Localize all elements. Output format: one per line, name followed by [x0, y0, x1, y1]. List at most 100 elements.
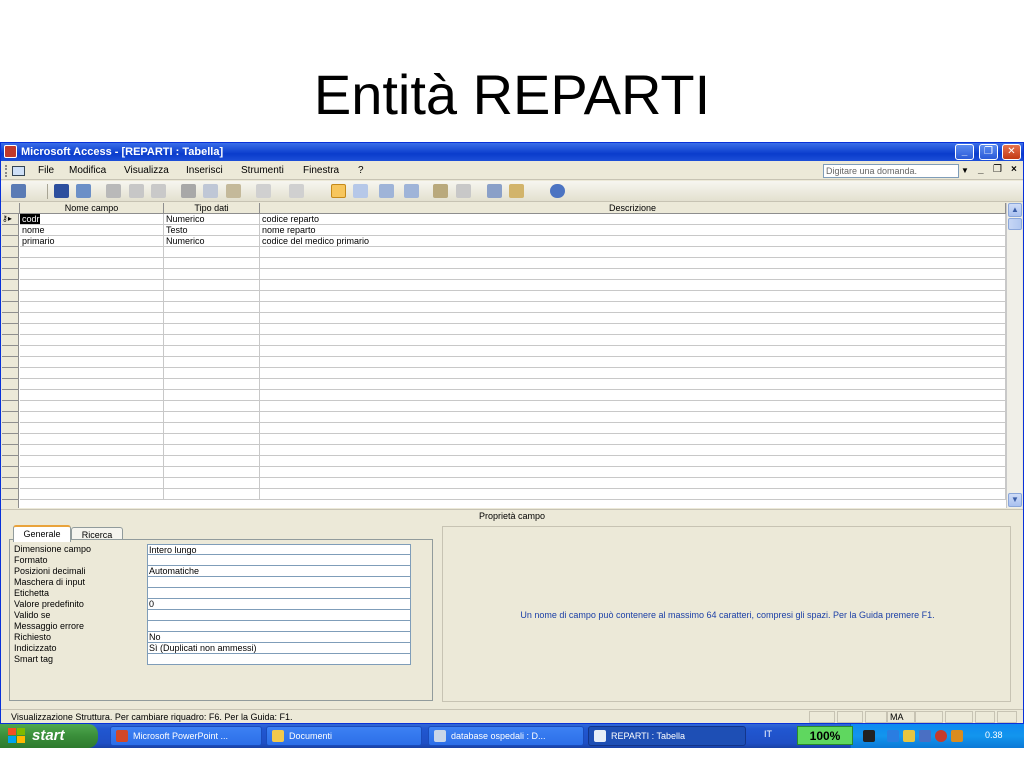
row-selector[interactable]	[2, 445, 19, 456]
cell-type[interactable]	[164, 324, 260, 335]
table-row[interactable]	[20, 258, 1006, 269]
close-icon[interactable]: ✕	[1002, 144, 1021, 160]
cell-name[interactable]	[20, 280, 164, 291]
table-row[interactable]	[20, 324, 1006, 335]
cell-type[interactable]	[164, 291, 260, 302]
table-row[interactable]	[20, 302, 1006, 313]
table-row[interactable]	[20, 467, 1006, 478]
row-selector[interactable]	[2, 324, 19, 335]
help-dropdown-icon[interactable]: ▼	[959, 164, 971, 178]
cell-type[interactable]	[164, 302, 260, 313]
cell-type[interactable]	[164, 478, 260, 489]
table-row[interactable]	[20, 269, 1006, 280]
cell-name[interactable]	[20, 302, 164, 313]
cell-description[interactable]	[260, 302, 1006, 313]
cell-type[interactable]	[164, 247, 260, 258]
cell-name[interactable]	[20, 368, 164, 379]
cell-name[interactable]	[20, 467, 164, 478]
indexes-icon[interactable]	[353, 184, 368, 198]
doc-close-icon[interactable]: ×	[1011, 164, 1017, 175]
save-icon[interactable]	[54, 184, 69, 198]
table-row[interactable]	[20, 280, 1006, 291]
cell-name[interactable]	[20, 390, 164, 401]
cell-type[interactable]	[164, 489, 260, 500]
cell-type[interactable]	[164, 412, 260, 423]
cell-name[interactable]	[20, 489, 164, 500]
table-row[interactable]: nome Testo nome reparto	[20, 225, 1006, 236]
taskbar-task[interactable]: Microsoft PowerPoint ...	[110, 726, 262, 746]
cell-description[interactable]	[260, 412, 1006, 423]
property-value-field[interactable]: No	[147, 632, 411, 643]
primary-key-icon[interactable]	[331, 184, 346, 198]
cell-description[interactable]	[260, 423, 1006, 434]
cell-type[interactable]: Numerico	[164, 214, 260, 225]
vertical-scrollbar[interactable]: ▲ ▼	[1006, 203, 1022, 508]
paste-icon[interactable]	[226, 184, 241, 198]
cell-description[interactable]	[260, 467, 1006, 478]
row-selector[interactable]	[2, 434, 19, 445]
taskbar-task[interactable]: Documenti	[266, 726, 422, 746]
search-icon[interactable]	[76, 184, 91, 198]
row-selector-current[interactable]: ⚷▸	[2, 214, 19, 225]
print-preview-icon[interactable]	[129, 184, 144, 198]
display-icon[interactable]	[919, 730, 931, 742]
menu-inserisci[interactable]: Inserisci	[186, 165, 223, 176]
cell-type[interactable]	[164, 269, 260, 280]
cell-type[interactable]	[164, 456, 260, 467]
property-value-field[interactable]: 0	[147, 599, 411, 610]
table-row[interactable]	[20, 346, 1006, 357]
cell-type[interactable]	[164, 445, 260, 456]
row-selector[interactable]	[2, 478, 19, 489]
table-row[interactable]	[20, 412, 1006, 423]
start-button[interactable]: start	[0, 724, 98, 748]
property-value-field[interactable]	[147, 577, 411, 588]
table-row[interactable]	[20, 313, 1006, 324]
menu-finestra[interactable]: Finestra	[303, 165, 339, 176]
table-row[interactable]	[20, 401, 1006, 412]
doc-minimize-icon[interactable]: _	[978, 164, 984, 175]
cell-name[interactable]	[20, 357, 164, 368]
row-selector[interactable]	[2, 357, 19, 368]
cell-name[interactable]	[20, 456, 164, 467]
cell-description[interactable]	[260, 269, 1006, 280]
table-row[interactable]	[20, 478, 1006, 489]
scroll-down-icon[interactable]: ▼	[1008, 493, 1022, 507]
redo-icon[interactable]	[289, 184, 304, 198]
cell-type[interactable]	[164, 434, 260, 445]
table-row[interactable]	[20, 291, 1006, 302]
cell-type[interactable]	[164, 368, 260, 379]
scroll-thumb[interactable]	[1008, 218, 1022, 230]
row-selector[interactable]	[2, 280, 19, 291]
row-selector[interactable]	[2, 269, 19, 280]
cell-type[interactable]	[164, 379, 260, 390]
row-selector[interactable]	[2, 346, 19, 357]
row-selector[interactable]	[2, 258, 19, 269]
row-selector[interactable]	[2, 467, 19, 478]
undo-icon[interactable]	[256, 184, 271, 198]
cell-description[interactable]	[260, 346, 1006, 357]
cell-name[interactable]	[20, 324, 164, 335]
cell-description[interactable]: codice del medico primario	[260, 236, 1006, 247]
table-row[interactable]	[20, 247, 1006, 258]
row-selector[interactable]	[2, 401, 19, 412]
taskbar-task[interactable]: REPARTI : Tabella	[588, 726, 746, 746]
cell-description[interactable]	[260, 379, 1006, 390]
menu-modifica[interactable]: Modifica	[69, 165, 106, 176]
build-icon[interactable]	[456, 184, 471, 198]
property-value-field[interactable]	[147, 621, 411, 632]
cell-type[interactable]	[164, 357, 260, 368]
cell-type[interactable]	[164, 280, 260, 291]
cell-name[interactable]	[20, 313, 164, 324]
table-row[interactable]: codr Numerico codice reparto	[20, 214, 1006, 225]
cell-name[interactable]	[20, 445, 164, 456]
language-indicator[interactable]: IT	[764, 729, 772, 739]
property-value-field[interactable]: Intero lungo	[147, 544, 411, 555]
row-selector[interactable]	[2, 489, 19, 500]
view-icon[interactable]	[11, 184, 26, 198]
cell-description[interactable]	[260, 390, 1006, 401]
cell-name[interactable]	[20, 434, 164, 445]
cell-name[interactable]	[20, 346, 164, 357]
row-selector[interactable]	[2, 247, 19, 258]
cell-type[interactable]	[164, 390, 260, 401]
cell-name[interactable]	[20, 379, 164, 390]
